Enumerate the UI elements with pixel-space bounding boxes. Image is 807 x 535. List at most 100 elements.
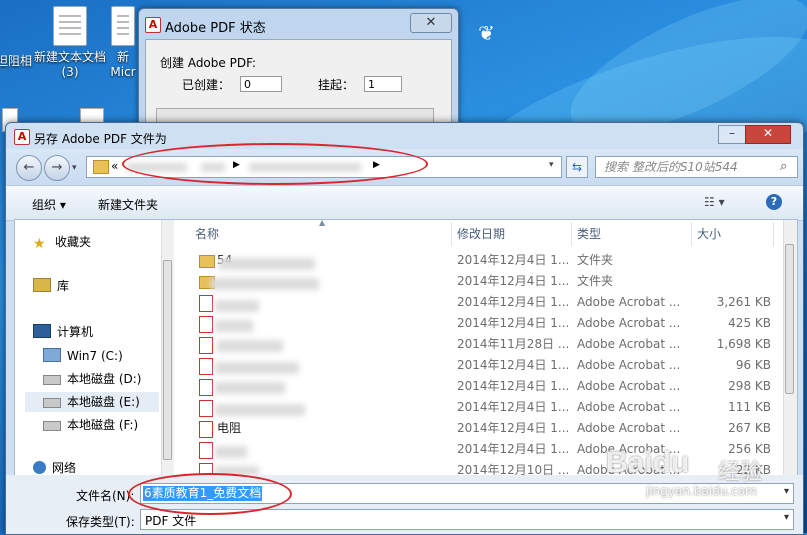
desktop-icon-label: 新建文本文档 (33, 50, 106, 64)
network-icon (33, 461, 46, 474)
help-icon[interactable]: ? (766, 194, 782, 210)
adobe-pdf-status-window: A Adobe PDF 状态 ✕ 创建 Adobe PDF: 已创建： 0 挂起… (138, 8, 459, 138)
desktop-icon-text-doc[interactable]: 新建文本文档 (3) (30, 6, 110, 79)
file-date: 2014年12月4日 1... (457, 295, 570, 309)
word-document-icon (111, 6, 135, 46)
blurred-filename (215, 300, 259, 312)
back-button[interactable]: ← (16, 155, 42, 181)
forward-button[interactable]: → (44, 155, 70, 181)
column-divider[interactable] (691, 222, 692, 246)
file-date: 2014年12月4日 1... (457, 442, 570, 456)
nav-item-drive-c[interactable]: Win7 (C:) (43, 346, 123, 366)
column-divider[interactable] (773, 222, 774, 246)
pdf-file-icon (199, 421, 213, 438)
watermark-url: jingyan.baidu.com (646, 484, 757, 498)
blurred-filename (215, 446, 247, 458)
filename-highlight-ring (128, 473, 292, 515)
nav-item-label: Win7 (C:) (67, 349, 123, 363)
file-date: 2014年12月4日 1... (457, 421, 570, 435)
content-area: ★ 收藏夹 库 计算机 Win7 (C:) 本地磁盘 (D:) 本地磁盘 (E:)… (14, 219, 798, 477)
minimize-button[interactable]: – (718, 125, 746, 144)
desktop-icon[interactable]: 坦阻相 (0, 52, 34, 69)
nav-item-favorites[interactable]: ★ 收藏夹 (33, 232, 91, 252)
nav-item-label: 本地磁盘 (E:) (67, 395, 140, 409)
file-list-scrollbar[interactable] (783, 220, 797, 476)
column-header-type[interactable]: 类型 (577, 224, 601, 244)
pdf-file-icon (199, 379, 213, 396)
nav-item-computer[interactable]: 计算机 (33, 322, 93, 342)
column-divider[interactable] (451, 222, 452, 246)
filetype-dropdown-icon[interactable]: ▾ (784, 512, 789, 523)
file-type: Adobe Acrobat ... (577, 295, 681, 309)
nav-item-drive-e[interactable]: 本地磁盘 (E:) (25, 392, 159, 412)
navigation-scrollbar[interactable] (161, 220, 174, 476)
close-button[interactable]: ✕ (410, 13, 452, 33)
scrollbar-thumb[interactable] (785, 244, 794, 394)
nav-item-libraries[interactable]: 库 (33, 276, 69, 296)
file-size: 298 KB (728, 379, 771, 393)
blurred-filename (215, 382, 285, 394)
file-type: Adobe Acrobat ... (577, 379, 681, 393)
file-date: 2014年12月4日 1... (457, 253, 570, 267)
disk-drive-icon (43, 421, 61, 431)
search-icon[interactable]: ⌕ (780, 159, 787, 174)
table-row[interactable]: 2014年12月4日 1... Adobe Acrobat ... 3,261 KB (175, 292, 779, 313)
close-button[interactable]: ✕ (745, 125, 791, 144)
pending-count: 1 (364, 76, 402, 92)
filetype-label: 保存类型(T): (66, 515, 135, 529)
star-icon: ★ (33, 236, 46, 252)
scrollbar-thumb[interactable] (163, 260, 172, 460)
table-row[interactable]: 2014年12月4日 1... Adobe Acrobat ... 425 KB (175, 313, 779, 334)
adobe-pdf-icon: A (14, 129, 30, 145)
new-folder-button[interactable]: 新建文件夹 (98, 196, 158, 213)
created-count: 0 (240, 76, 282, 92)
column-header-size[interactable]: 大小 (697, 224, 721, 244)
folder-icon (93, 160, 109, 174)
recent-pages-chevron-icon[interactable]: ▾ (72, 163, 77, 173)
column-header-date[interactable]: 修改日期 (457, 224, 505, 244)
desktop-icon-label: Micr (110, 65, 136, 79)
nav-item-label: 本地磁盘 (F:) (67, 418, 139, 432)
refresh-icon[interactable]: ⇆ (566, 156, 588, 178)
column-divider[interactable] (571, 222, 572, 246)
nav-item-drive-f[interactable]: 本地磁盘 (F:) (43, 415, 138, 435)
created-label: 已创建： (182, 78, 231, 92)
pdf-file-icon (199, 442, 213, 459)
computer-icon (33, 324, 51, 338)
pdf-file-icon (199, 295, 213, 312)
pdf-file-icon (199, 400, 213, 417)
file-date: 2014年12月4日 1... (457, 358, 570, 372)
pdf-file-icon (199, 316, 213, 333)
column-header-name[interactable]: 名称 (195, 224, 219, 244)
pdf-file-icon (199, 337, 213, 354)
organize-button[interactable]: 组织 ▾ (32, 196, 66, 213)
view-options-icon[interactable]: ☷ ▾ (704, 195, 725, 209)
blurred-filename (215, 320, 253, 332)
nav-item-label: 网络 (52, 461, 77, 475)
watermark: Baidu 经验 jingyan.baidu.com (606, 446, 802, 502)
disk-drive-icon (43, 375, 61, 385)
nav-item-drive-d[interactable]: 本地磁盘 (D:) (43, 369, 141, 389)
pdf-file-icon (199, 358, 213, 375)
folder-icon (199, 255, 215, 268)
address-dropdown-icon[interactable]: ▾ (549, 160, 554, 170)
file-size: 3,261 KB (716, 295, 771, 309)
blurred-filename (215, 362, 299, 374)
filename-label: 文件名(N): (76, 489, 135, 503)
text-document-icon (53, 6, 87, 46)
watermark-brand: Baidu (606, 446, 690, 479)
nav-item-label: 库 (57, 279, 70, 293)
file-size: 267 KB (728, 421, 771, 435)
library-icon (33, 278, 51, 292)
file-type: Adobe Acrobat ... (577, 358, 681, 372)
search-input[interactable]: 搜索 整改后的S10站544 (595, 156, 798, 178)
file-date: 2014年12月4日 1... (457, 379, 570, 393)
table-row[interactable]: 电阻 2014年12月4日 1... Adobe Acrobat ... 267 KB (175, 418, 779, 439)
desktop-icon-word[interactable]: 新 Micr (108, 6, 138, 79)
nav-item-label: 本地磁盘 (D:) (67, 372, 142, 386)
nav-item-label: 计算机 (57, 325, 94, 339)
desktop-icon-label: 坦阻相 (0, 54, 32, 68)
file-type: Adobe Acrobat ... (577, 316, 681, 330)
file-type: Adobe Acrobat ... (577, 400, 681, 414)
file-list: ▲ 名称 修改日期 类型 大小 542014年12月4日 1...文件夹2014… (175, 220, 797, 476)
